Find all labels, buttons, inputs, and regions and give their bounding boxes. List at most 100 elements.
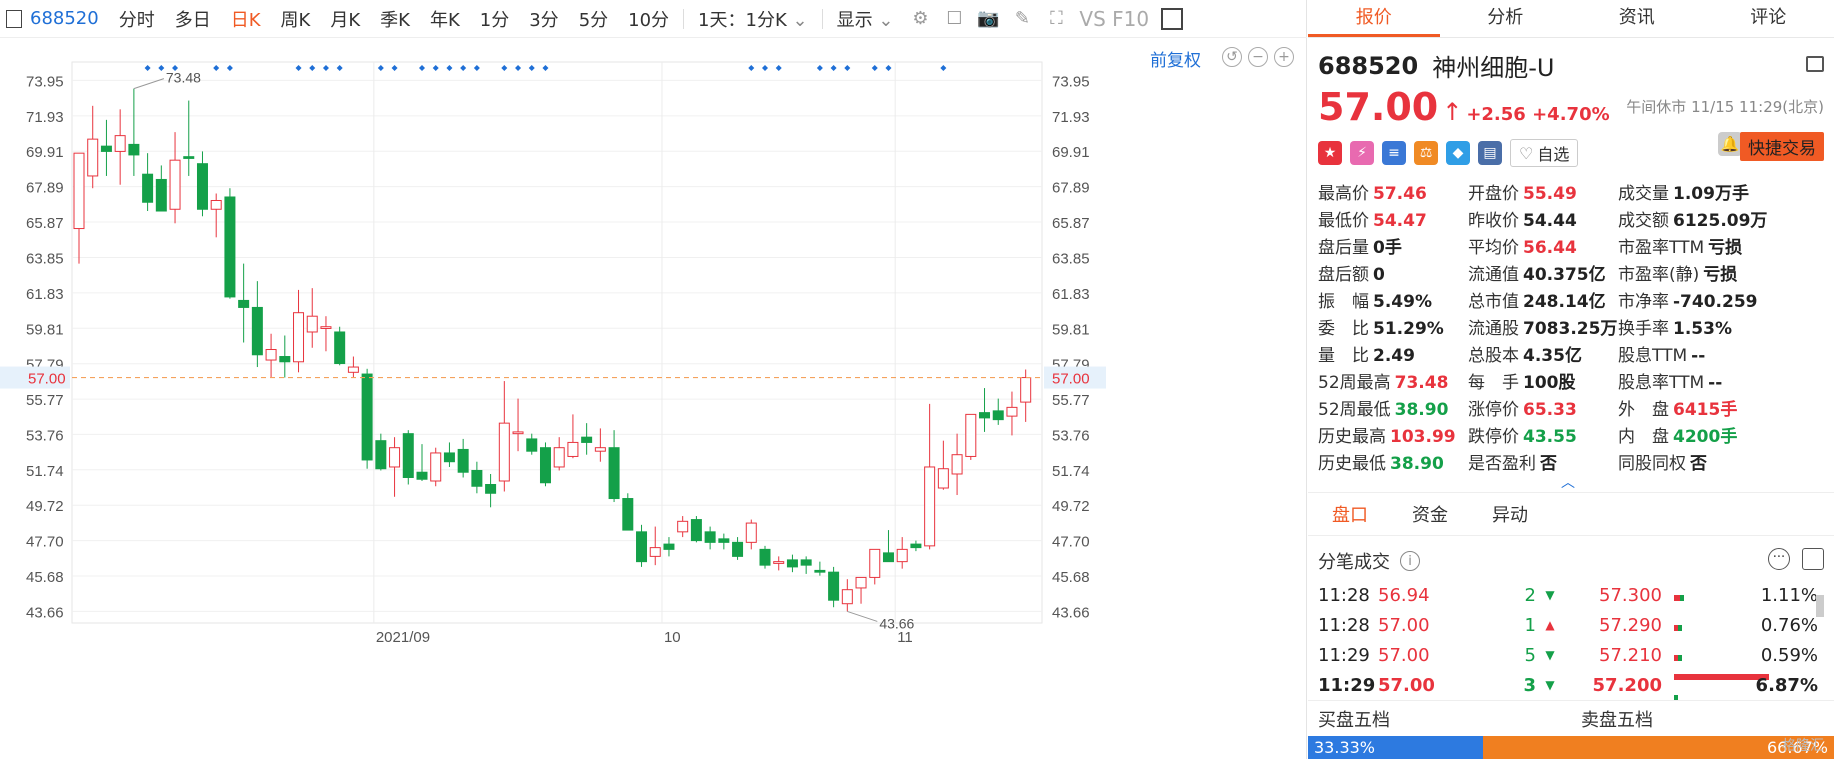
panel-layout-icon[interactable] — [1161, 7, 1184, 30]
candle-body — [567, 441, 579, 457]
tick-price: 57.00 — [1378, 674, 1435, 696]
candle-body — [293, 312, 305, 363]
stats-row: 52周最高 73.48 每 手 100股 股息率TTM -- — [1318, 367, 1834, 394]
candle-body — [828, 571, 840, 601]
event-marker — [419, 65, 425, 71]
running-icon[interactable]: ⚡ — [1350, 141, 1374, 165]
period-dropdown[interactable]: 1天：1分K ⌄ — [688, 6, 818, 32]
stat-value: 54.44 — [1523, 211, 1577, 231]
y-tick-label-right: 69.91 — [1052, 144, 1090, 161]
period-tab[interactable]: 月K — [320, 6, 370, 32]
event-marker — [885, 65, 892, 71]
ticks-scrollbar[interactable] — [1816, 595, 1824, 617]
tick-volume: 3 — [1523, 674, 1536, 696]
quick-trade-button[interactable]: 快捷交易 — [1740, 132, 1824, 161]
triangle-up-icon: ▲ — [1545, 618, 1555, 632]
candle-body — [251, 306, 263, 356]
stat-cell: 成交额 6125.09万 — [1618, 206, 1788, 231]
period-tab[interactable]: 日K — [221, 6, 271, 32]
event-marker — [432, 65, 439, 71]
quote-tab[interactable]: 报价 — [1308, 0, 1440, 37]
stat-cell: 换手率 1.53% — [1618, 314, 1788, 339]
event-marker — [446, 65, 453, 71]
candle-body — [485, 484, 497, 494]
add-watchlist-button[interactable]: ♡ 自选 — [1510, 139, 1579, 167]
current-price: 57.00 — [1318, 85, 1439, 129]
quote-tab[interactable]: 资讯 — [1571, 0, 1703, 37]
y-tick-label-left: 67.89 — [26, 180, 64, 197]
kline-chart-panel: 688520 分时 多日 日K 周K 月K 季K 年K 1分 3分 5分 10分 1天：1分K ⌄ … — [0, 0, 1307, 759]
stat-label: 外 盘 — [1618, 400, 1669, 420]
note-icon[interactable]: ▤ — [1478, 141, 1502, 165]
quote-tabs: 报价 分析 资讯 评论 — [1308, 0, 1834, 38]
market-status: 午间休市 11/15 11:29(北京) — [1626, 98, 1824, 116]
database-icon[interactable]: ≡ — [1382, 141, 1406, 165]
vs-f10-button[interactable]: VS F10 — [1073, 7, 1155, 31]
sidebar-toggle-icon[interactable] — [6, 9, 22, 28]
period-tab[interactable]: 3分 — [519, 6, 568, 32]
info-icon[interactable]: i — [1400, 551, 1420, 571]
quote-tab[interactable]: 分析 — [1440, 0, 1572, 37]
quote-tab[interactable]: 评论 — [1703, 0, 1834, 37]
stat-value: 57.46 — [1373, 184, 1427, 204]
tag-icon[interactable]: ◆ — [1446, 141, 1470, 165]
period-tab[interactable]: 年K — [420, 6, 470, 32]
stat-value: 56.44 — [1523, 238, 1577, 258]
candle-body — [992, 410, 1004, 421]
stat-value: 0手 — [1373, 238, 1402, 258]
tick-time: 11:29 — [1318, 674, 1376, 696]
stat-cell: 市盈率TTM 亏损 — [1618, 233, 1788, 258]
y-tick-label-right: 51.74 — [1052, 463, 1090, 480]
collapse-chevron-icon[interactable]: ︿ — [1561, 472, 1575, 492]
stat-value: 43.55 — [1523, 427, 1577, 447]
event-marker — [336, 65, 343, 71]
candle-body — [677, 520, 689, 533]
stats-row: 量 比 2.49 总股本 4.35亿 股息TTM -- — [1318, 340, 1834, 367]
settings-list-icon[interactable] — [1802, 548, 1824, 570]
stat-value: 40.375亿 — [1523, 265, 1606, 285]
square-tool-icon[interactable]: ☐ — [941, 6, 967, 32]
event-marker — [144, 65, 151, 71]
candle-body — [965, 413, 977, 457]
tick-volume: 5 — [1524, 644, 1536, 666]
buy-ratio: 33.33% — [1308, 736, 1484, 759]
camera-icon[interactable]: 📷 — [975, 6, 1001, 32]
candle-body — [704, 531, 716, 543]
event-marker — [871, 65, 878, 71]
stat-value: -- — [1691, 346, 1706, 366]
china-flag-icon[interactable]: ★ — [1318, 141, 1342, 165]
candle-body — [636, 531, 648, 563]
more-icon[interactable]: ··· — [1768, 548, 1790, 570]
y-tick-label-right: 55.77 — [1052, 392, 1090, 409]
period-tab[interactable]: 5分 — [569, 6, 618, 32]
stat-label: 市盈率TTM — [1618, 238, 1705, 258]
period-tab[interactable]: 1分 — [470, 6, 519, 32]
candle-body — [306, 315, 318, 333]
fullscreen-icon[interactable]: ⛶ — [1043, 6, 1069, 32]
y-tick-label-right: 65.87 — [1052, 215, 1090, 232]
display-dropdown[interactable]: 显示 ⌄ — [827, 6, 904, 32]
sub-tab[interactable]: 异动 — [1492, 501, 1528, 527]
period-tab[interactable]: 周K — [271, 6, 321, 32]
candlestick-chart[interactable]: 73.95 73.95 71.93 71.93 69.91 69.91 67.89 67.89… — [0, 38, 1307, 759]
candle-body — [732, 541, 744, 557]
sub-tab[interactable]: 盘口 — [1332, 501, 1368, 527]
candle-body — [457, 448, 469, 473]
period-tab[interactable]: 多日 — [165, 6, 221, 32]
period-tab[interactable]: 10分 — [618, 6, 679, 32]
y-tick-label-left: 45.68 — [26, 569, 64, 586]
stat-value: 51.29% — [1373, 319, 1444, 339]
gear-icon[interactable]: ⚙ — [907, 6, 933, 32]
list-icon[interactable] — [1806, 56, 1824, 72]
event-marker — [377, 65, 384, 71]
sub-tab[interactable]: 资金 — [1412, 501, 1448, 527]
current-price-label-left: 57.00 — [28, 371, 66, 388]
balance-icon[interactable]: ⚖ — [1414, 141, 1438, 165]
pencil-icon[interactable]: ✎ — [1009, 6, 1035, 32]
event-marker — [748, 65, 755, 71]
bell-icon[interactable]: 🔔 — [1718, 132, 1742, 156]
candle-body — [896, 548, 908, 563]
period-tab[interactable]: 季K — [370, 6, 420, 32]
period-tab[interactable]: 分时 — [109, 6, 165, 32]
ticks-header: 分笔成交 i ··· — [1318, 548, 1824, 574]
